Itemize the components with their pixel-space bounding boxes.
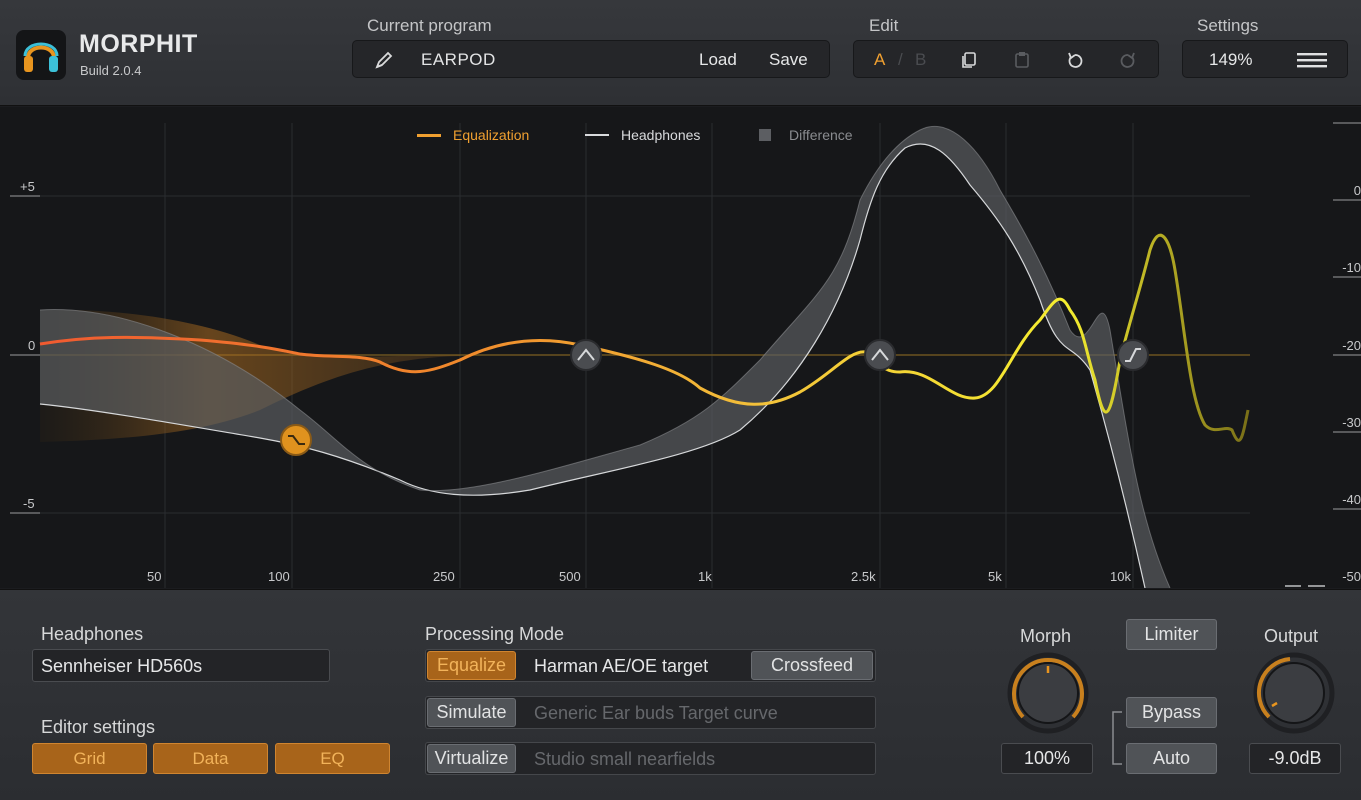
freq-label: 500	[559, 569, 581, 584]
headphones-logo-icon	[16, 30, 66, 80]
program-section-label: Current program	[367, 16, 492, 35]
eq-toggle-button[interactable]: EQ	[275, 743, 390, 774]
output-label: Output	[1264, 626, 1319, 646]
bypass-button[interactable]: Bypass	[1126, 697, 1217, 728]
crossfeed-button[interactable]: Crossfeed	[751, 651, 873, 680]
zoom-level[interactable]: 149%	[1209, 50, 1252, 70]
mode-row-virtualize[interactable]: Virtualize Studio small nearfields	[425, 742, 876, 775]
freq-label: 1k	[698, 569, 712, 584]
morphit-window: MORPHIT Build 2.0.4 Current program EARP…	[0, 0, 1361, 800]
control-panel: Headphones Sennheiser HD560s Editor sett…	[0, 589, 1361, 800]
slot-a-button[interactable]: A	[874, 50, 885, 70]
copy-icon[interactable]	[958, 49, 980, 71]
eq-node-low-shelf[interactable]	[280, 424, 312, 456]
editor-settings-label: Editor settings	[41, 717, 156, 737]
right-scale-label: -10	[1342, 260, 1361, 275]
app-title: MORPHIT	[79, 30, 198, 58]
morph-label: Morph	[1020, 626, 1072, 646]
freq-label: 10k	[1110, 569, 1131, 584]
simulate-target[interactable]: Generic Ear buds Target curve	[534, 703, 778, 724]
eq-node-peak-2[interactable]	[864, 339, 896, 371]
output-knob[interactable]	[1252, 651, 1336, 735]
header-bar: MORPHIT Build 2.0.4 Current program EARP…	[0, 0, 1361, 106]
menu-icon[interactable]	[1297, 49, 1327, 71]
simulate-button[interactable]: Simulate	[427, 698, 516, 727]
undo-icon[interactable]	[1064, 49, 1086, 71]
graph-canvas	[10, 122, 1361, 588]
bypass-auto-bracket	[1112, 711, 1122, 765]
program-name[interactable]: EARPOD	[421, 50, 496, 70]
db-label-plus5: +5	[20, 179, 35, 194]
slot-separator: /	[898, 50, 903, 69]
equalize-target[interactable]: Harman AE/OE target	[534, 656, 708, 677]
output-value[interactable]: -9.0dB	[1249, 743, 1341, 774]
settings-box: 149%	[1182, 40, 1348, 78]
db-label-zero: 0	[28, 338, 36, 353]
right-scale-label: 0	[1353, 183, 1361, 198]
load-button[interactable]: Load	[699, 50, 737, 70]
freq-label: 50	[147, 569, 162, 584]
paste-icon[interactable]	[1011, 49, 1033, 71]
headphones-label: Headphones	[41, 624, 144, 644]
redo-icon[interactable]	[1117, 49, 1139, 71]
legend-headphones[interactable]: Headphones	[621, 127, 700, 143]
program-box: EARPOD Load Save	[352, 40, 830, 78]
headphones-select[interactable]: Sennheiser HD560s	[32, 649, 330, 682]
eq-node-high-shelf[interactable]	[1117, 339, 1149, 371]
virtualize-target[interactable]: Studio small nearfields	[534, 749, 715, 770]
freq-label: 2.5k	[851, 569, 876, 584]
auto-button[interactable]: Auto	[1126, 743, 1217, 774]
slot-b-button[interactable]: B	[915, 50, 926, 70]
db-label-minus5: -5	[23, 496, 35, 511]
virtualize-button[interactable]: Virtualize	[427, 744, 516, 773]
legend-difference[interactable]: Difference	[789, 127, 853, 143]
grid-toggle-button[interactable]: Grid	[32, 743, 147, 774]
morph-knob[interactable]	[1006, 651, 1090, 735]
right-scale-label: -20	[1342, 338, 1361, 353]
processing-mode-label: Processing Mode	[425, 624, 565, 644]
settings-section-label: Settings	[1197, 16, 1259, 35]
legend-equalization[interactable]: Equalization	[453, 127, 529, 143]
freq-label: 100	[268, 569, 290, 584]
limiter-button[interactable]: Limiter	[1126, 619, 1217, 650]
right-scale-label: -40	[1342, 492, 1361, 507]
right-scale-label: -30	[1342, 415, 1361, 430]
right-scale-label: -50	[1342, 569, 1361, 584]
freq-label: 250	[433, 569, 455, 584]
headphones-value: Sennheiser HD560s	[41, 656, 203, 676]
eq-node-peak-1[interactable]	[570, 339, 602, 371]
mode-row-equalize[interactable]: Equalize Harman AE/OE target Crossfeed	[425, 649, 876, 682]
build-version: Build 2.0.4	[80, 63, 142, 78]
edit-box: A / B	[853, 40, 1159, 78]
equalize-button[interactable]: Equalize	[427, 651, 516, 680]
pencil-icon[interactable]	[373, 49, 395, 71]
frequency-response-graph[interactable]: Equalization Headphones Difference +5 0 …	[0, 107, 1361, 588]
mode-row-simulate[interactable]: Simulate Generic Ear buds Target curve	[425, 696, 876, 729]
morph-value[interactable]: 100%	[1001, 743, 1093, 774]
data-toggle-button[interactable]: Data	[153, 743, 268, 774]
edit-section-label: Edit	[869, 16, 899, 35]
save-button[interactable]: Save	[769, 50, 808, 70]
freq-label: 5k	[988, 569, 1002, 584]
